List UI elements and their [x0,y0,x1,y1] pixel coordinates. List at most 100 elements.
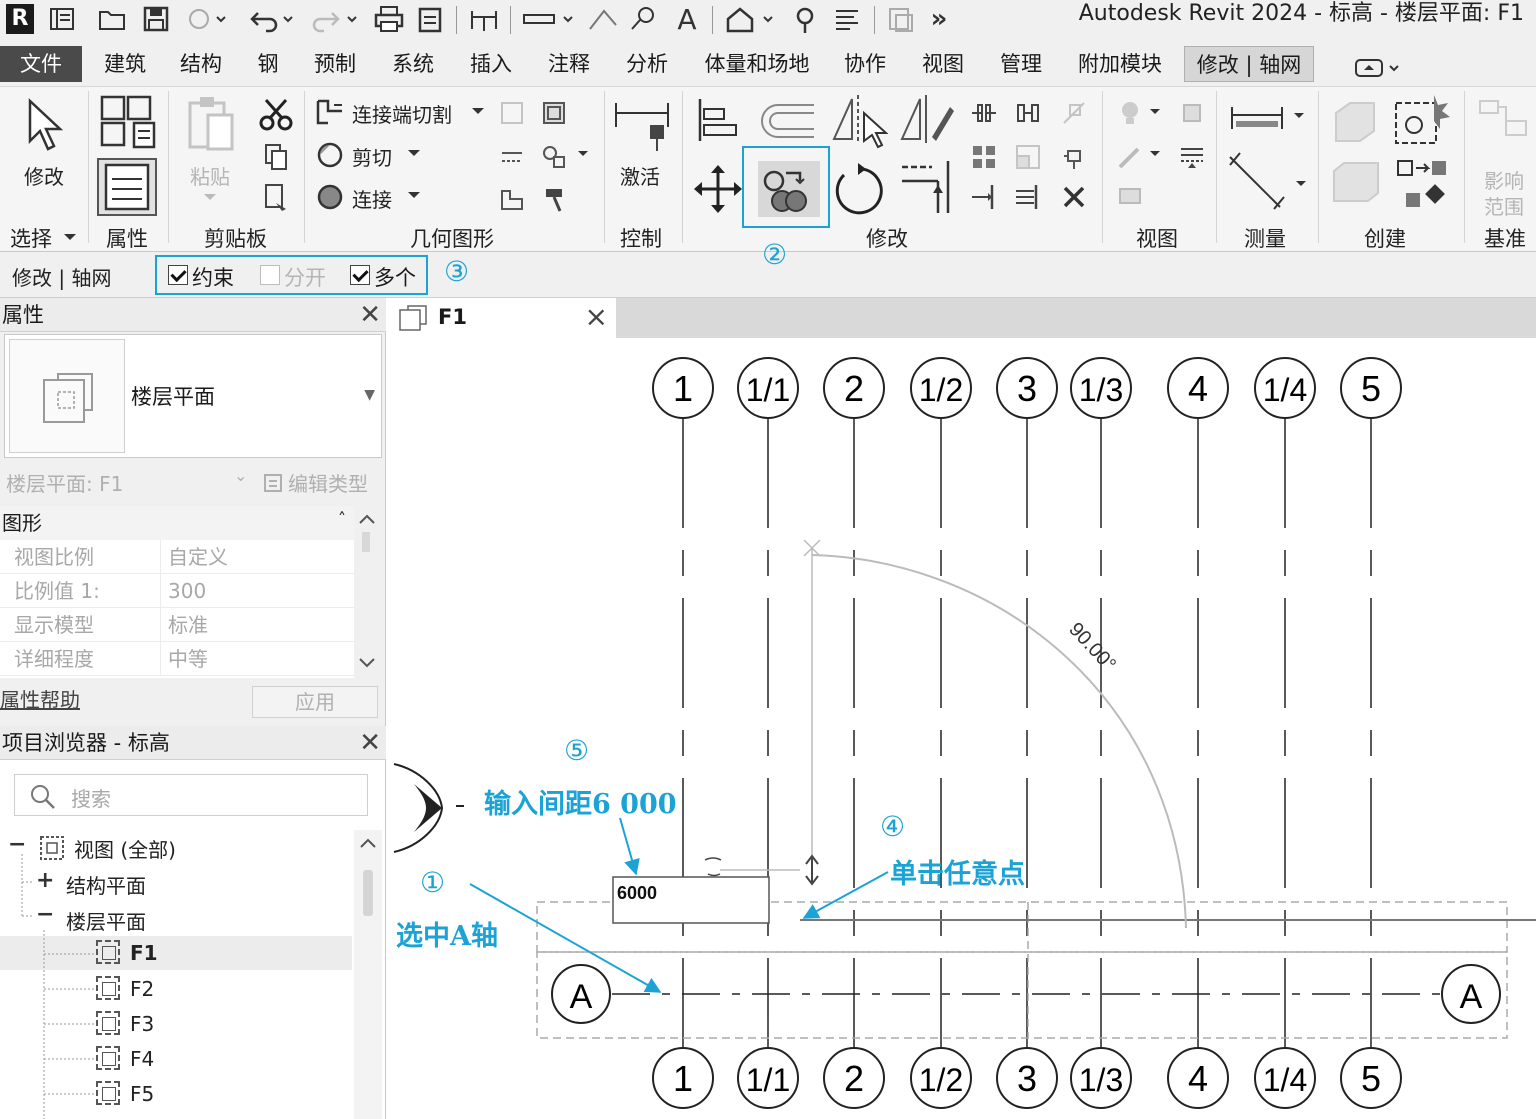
create-similar-icon[interactable] [1392,93,1452,149]
linework-brush-icon[interactable] [1116,143,1144,171]
tab-systems[interactable]: 系统 [386,46,440,82]
property-value[interactable]: 标准 [168,608,208,642]
line-styles-icon[interactable] [1178,143,1206,171]
panel-modify-label[interactable]: 修改 [866,223,908,253]
collapse-group-icon[interactable]: ˄ [338,502,346,536]
grid-bubble-1-4-bottom[interactable]: 1/4 [1254,1047,1316,1109]
scroll-thumb[interactable] [362,532,370,552]
panel-view-label[interactable]: 视图 [1136,223,1178,253]
property-row[interactable]: 比例值 1: 300 [0,574,354,608]
panel-control-label[interactable]: 控制 [620,223,662,253]
view-tab-close-icon[interactable]: × [585,300,608,333]
browser-search-input[interactable]: 搜索 [14,774,368,816]
grid-bubble-4-bottom[interactable]: 4 [1167,1047,1229,1109]
trim-extend-single-icon[interactable] [970,183,998,211]
tree-item-f2[interactable]: F2 [130,977,154,1001]
paint-dropdown-icon[interactable] [576,149,590,159]
aligned-dim-icon[interactable] [1226,151,1290,211]
move-icon[interactable] [692,163,744,215]
tab-precast[interactable]: 预制 [308,46,362,82]
hide-bulb-icon[interactable] [1116,99,1144,127]
grid-bubble-a-right[interactable]: A [1441,964,1501,1024]
panel-datum-label[interactable]: 基准 [1484,223,1526,253]
panel-geometry-label[interactable]: 几何图形 [410,223,494,253]
spacing-input-value[interactable]: 6000 [617,883,657,903]
scroll-down-icon[interactable] [358,656,376,670]
align-icon[interactable] [696,97,742,143]
paint-icon[interactable] [540,143,568,171]
modify-cursor-icon[interactable] [22,97,66,153]
panel-measure-label[interactable]: 测量 [1244,223,1286,253]
propagate-extents-label-2[interactable]: 范围 [1484,191,1524,220]
open-icon[interactable] [96,3,128,35]
tag-icon[interactable] [626,3,660,35]
properties-palette-icon[interactable] [96,157,158,217]
tree-item-f5[interactable]: F5 [130,1082,154,1106]
grid-bubble-1-1-top[interactable]: 1/1 [737,357,799,419]
grid-bubble-1-3-top[interactable]: 1/3 [1070,357,1132,419]
grid-bubble-1-2-top[interactable]: 1/2 [910,357,972,419]
paste-label[interactable]: 粘贴 [190,161,230,190]
delete-icon[interactable] [1060,183,1088,211]
panel-select-label[interactable]: 选择 [10,223,52,253]
browser-close-icon[interactable]: ✕ [359,726,381,760]
offset-icon[interactable] [756,99,818,143]
array-icon[interactable] [970,143,998,171]
text-tool-icon[interactable]: A [670,3,704,36]
propagate-extents-label-1[interactable]: 影响 [1484,165,1524,194]
create-group-icon[interactable] [1394,157,1452,213]
tab-structure[interactable]: 结构 [174,46,228,82]
scroll-thumb[interactable] [363,870,373,916]
demolish-hammer-icon[interactable] [540,185,568,213]
measure-between-icon[interactable] [1228,103,1286,133]
unpin-icon[interactable] [1060,99,1088,127]
cope-label[interactable]: 连接端切割 [352,99,452,128]
mirror-pick-axis-icon[interactable] [828,93,888,149]
ribbon-display-toggle-icon[interactable] [1352,56,1402,80]
save-icon[interactable] [140,3,172,35]
create-assembly-icon[interactable] [1328,95,1382,149]
scope-box-icon[interactable] [1476,97,1532,147]
angle-icon[interactable] [584,3,620,35]
select-dropdown-icon[interactable] [62,231,78,243]
browser-scrollbar[interactable] [354,830,382,1119]
collapse-floor-plans-icon[interactable]: − [36,902,54,927]
properties-help-link[interactable]: 属性帮助 [0,684,80,713]
property-value[interactable]: 300 [168,574,206,608]
join-label[interactable]: 连接 [352,184,392,213]
sync-icon[interactable] [184,3,228,35]
split-face-icon[interactable] [540,99,568,127]
wall-joins-icon[interactable] [498,99,526,127]
instance-filter-label[interactable]: 楼层平面: F1 [6,468,123,497]
tab-architecture[interactable]: 建筑 [98,46,152,82]
cut-scissors-icon[interactable] [258,97,294,131]
activate-dimensions-icon[interactable] [612,97,672,153]
type-properties-icon[interactable] [98,93,158,151]
match-properties-icon[interactable] [262,183,292,213]
property-row[interactable]: 显示模型 标准 [0,608,354,642]
sheet-icon[interactable] [414,3,446,35]
grid-bubble-1-3-bottom[interactable]: 1/3 [1070,1047,1132,1109]
print-icon[interactable] [372,3,406,35]
grid-bubble-1-bottom[interactable]: 1 [652,1047,714,1109]
view-filter-icon[interactable] [1116,183,1144,211]
section-icon[interactable] [788,3,822,35]
properties-scrollbar[interactable] [354,506,380,678]
trim-extend-icon[interactable] [898,159,958,217]
create-parts-icon[interactable] [1328,157,1384,213]
wall-profile-icon[interactable] [498,185,526,213]
dimension-dropdown-icon[interactable] [1294,179,1308,189]
pin-icon[interactable] [1060,143,1088,171]
tree-item-f4[interactable]: F4 [130,1047,154,1071]
scroll-up-icon[interactable] [359,836,377,850]
grid-bubble-1-1-bottom[interactable]: 1/1 [737,1047,799,1109]
tab-steel[interactable]: 钢 [250,46,286,82]
cut-geometry-icon[interactable] [314,139,346,171]
grid-bubble-3-bottom[interactable]: 3 [996,1047,1058,1109]
tab-manage[interactable]: 管理 [994,46,1048,82]
activate-label[interactable]: 激活 [620,161,660,190]
tree-item-f3[interactable]: F3 [130,1012,154,1036]
grid-bubble-1-4-top[interactable]: 1/4 [1254,357,1316,419]
thin-lines-icon[interactable] [830,3,864,35]
tab-analyze[interactable]: 分析 [620,46,674,82]
